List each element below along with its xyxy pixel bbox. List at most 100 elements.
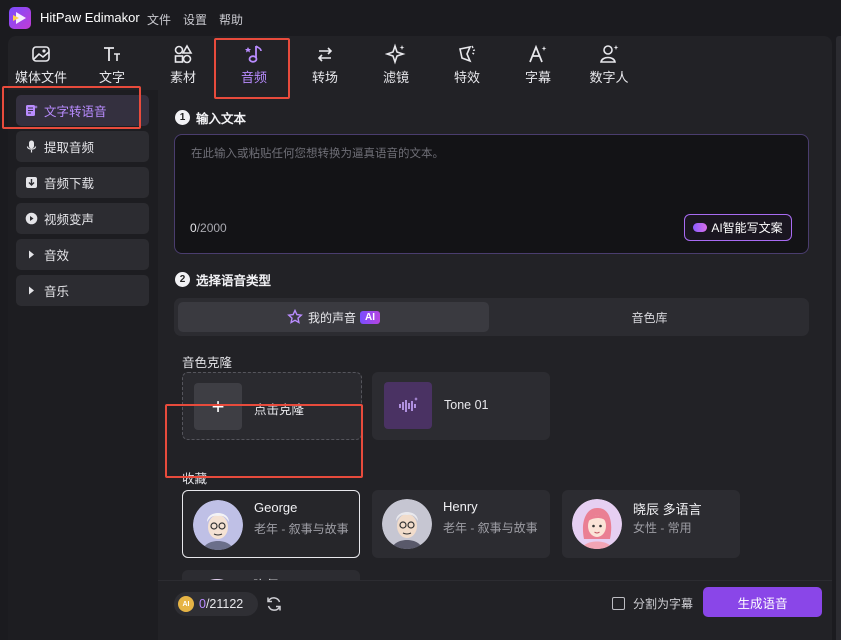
media-icon (30, 43, 52, 65)
tab-filter[interactable]: 滤镜 (361, 36, 431, 90)
menu-file[interactable]: 文件 (147, 11, 171, 28)
tab-label: 数字人 (589, 70, 629, 85)
credits-pill: AI 0/21122 (174, 592, 258, 616)
audio-sidebar: 文字转语音 提取音频 音频下载 视频变声 音效 音乐 (8, 90, 158, 640)
step-title-text: 选择语音类型 (196, 274, 272, 288)
star-icon (287, 309, 303, 324)
voice-card-george[interactable]: George 老年 - 叙事与故事 (182, 490, 360, 558)
digital-human-icon (598, 43, 620, 65)
sidebar-item-sound-effects[interactable]: 音效 (16, 239, 149, 270)
tab-label: 转场 (311, 70, 338, 85)
char-count-max: /2000 (196, 221, 227, 235)
generate-speech-label: 生成语音 (737, 596, 788, 611)
credits-current: 0 (199, 597, 206, 611)
voice-type-tabs: 我的声音 AI 音色库 (174, 298, 809, 336)
app-logo-icon (9, 7, 31, 29)
voice-desc: 女性 - 常用 (633, 521, 692, 535)
sidebar-item-label: 文字转语音 (44, 105, 107, 119)
menu-settings[interactable]: 设置 (183, 11, 207, 28)
tab-digital-human[interactable]: 数字人 (574, 36, 644, 90)
credits-total: /21122 (205, 597, 244, 611)
tab-label: 媒体文件 (14, 70, 67, 85)
tts-panel: 1 输入文本 在此输入或粘贴任何您想转换为逼真语音的文本。 0/2000 AI智… (158, 90, 832, 640)
voice-name: Henry (443, 499, 478, 514)
avatar-elderly-man (382, 499, 432, 549)
text-input-area[interactable]: 在此输入或粘贴任何您想转换为逼真语音的文本。 0/2000 AI智能写文案 (174, 134, 809, 254)
ai-icon (693, 223, 708, 232)
click-clone-card[interactable]: + 点击克隆 (182, 372, 362, 440)
menu-help[interactable]: 帮助 (219, 11, 243, 28)
main-window: 媒体文件 文字 素材 音频 转场 滤镜 特效 字幕 数字人 文字转语音 提取音频… (2, 36, 832, 640)
sidebar-item-label: 音乐 (44, 285, 70, 299)
char-count-current: 0 (190, 221, 197, 235)
sidebar-item-audio-download[interactable]: 音频下载 (16, 167, 149, 198)
caret-right-icon (20, 248, 42, 261)
microphone-icon (20, 140, 42, 153)
tab-my-voice[interactable]: 我的声音 AI (178, 302, 489, 332)
download-icon (20, 176, 42, 189)
tts-icon (20, 104, 42, 117)
tab-voice-library[interactable]: 音色库 (494, 302, 805, 332)
voice-desc: 老年 - 叙事与故事 (443, 521, 538, 535)
tab-label: 文字 (98, 70, 125, 85)
ai-coin-icon: AI (178, 596, 194, 612)
effects-icon (456, 43, 478, 65)
plus-icon: + (194, 383, 242, 430)
favorites-label: 收藏 (182, 472, 208, 486)
ai-write-copy-button[interactable]: AI智能写文案 (684, 214, 792, 241)
text-input-placeholder: 在此输入或粘贴任何您想转换为逼真语音的文本。 (191, 148, 444, 160)
sidebar-item-music[interactable]: 音乐 (16, 275, 149, 306)
title-bar: HitPaw Edimakor 文件 设置 帮助 (0, 0, 841, 36)
ai-write-label: AI智能写文案 (711, 221, 783, 235)
tab-audio[interactable]: 音频 (219, 36, 289, 90)
sidebar-item-extract-audio[interactable]: 提取音频 (16, 131, 149, 162)
side-panel-edge (836, 36, 841, 640)
tab-label: 滤镜 (382, 70, 409, 85)
sidebar-item-label: 视频变声 (44, 213, 95, 227)
main-toolbar: 媒体文件 文字 素材 音频 转场 滤镜 特效 字幕 数字人 (6, 36, 832, 99)
tab-label: 特效 (453, 70, 480, 85)
tab-assets[interactable]: 素材 (148, 36, 218, 90)
tab-effects[interactable]: 特效 (432, 36, 502, 90)
tab-label: 音频 (240, 70, 267, 85)
tab-label: 素材 (169, 70, 196, 85)
tab-transition[interactable]: 转场 (290, 36, 360, 90)
refresh-icon[interactable] (265, 595, 283, 613)
voice-desc: 老年 - 叙事与故事 (254, 522, 349, 536)
voice-clone-label: 音色克隆 (182, 356, 233, 370)
assets-icon (172, 43, 194, 65)
voice-name: George (254, 500, 298, 515)
voice-card-henry[interactable]: Henry 老年 - 叙事与故事 (372, 490, 550, 558)
filter-sparkle-icon (384, 43, 407, 65)
avatar-young-woman (572, 499, 622, 549)
step2-title: 2 选择语音类型 (175, 270, 271, 289)
bottom-action-bar: AI 0/21122 分割为字幕 生成语音 (158, 580, 832, 640)
ai-badge: AI (360, 310, 380, 324)
caret-right-icon (20, 284, 42, 297)
step-number: 1 (175, 110, 190, 125)
generate-speech-button[interactable]: 生成语音 (703, 587, 822, 617)
voice-card-xiaochen[interactable]: 晓辰 多语言 女性 - 常用 (562, 490, 740, 558)
tab-voice-library-label: 音色库 (631, 310, 668, 325)
step-title-text: 输入文本 (196, 112, 247, 126)
tab-media[interactable]: 媒体文件 (6, 36, 76, 90)
tab-text[interactable]: 文字 (77, 36, 147, 90)
sidebar-item-label: 提取音频 (44, 141, 95, 155)
sidebar-item-voice-changer[interactable]: 视频变声 (16, 203, 149, 234)
tone-card[interactable]: Tone 01 (372, 372, 550, 440)
split-subtitle-label: 分割为字幕 (633, 597, 694, 611)
checkbox-box[interactable] (612, 597, 625, 610)
sidebar-item-text-to-speech[interactable]: 文字转语音 (16, 95, 149, 126)
step-number: 2 (175, 272, 190, 287)
waveform-icon (384, 382, 432, 429)
voice-name: 晓辰 多语言 (633, 502, 702, 517)
tab-label: 字幕 (524, 70, 551, 85)
step1-title: 1 输入文本 (175, 108, 246, 127)
subtitle-icon (527, 43, 549, 65)
split-subtitle-checkbox[interactable]: 分割为字幕 (612, 595, 693, 612)
tab-subtitle[interactable]: 字幕 (503, 36, 573, 90)
transition-icon (314, 43, 336, 65)
tab-my-voice-label: 我的声音 (307, 310, 356, 325)
char-counter: 0/2000 (190, 221, 227, 235)
sidebar-item-label: 音频下载 (44, 177, 95, 191)
